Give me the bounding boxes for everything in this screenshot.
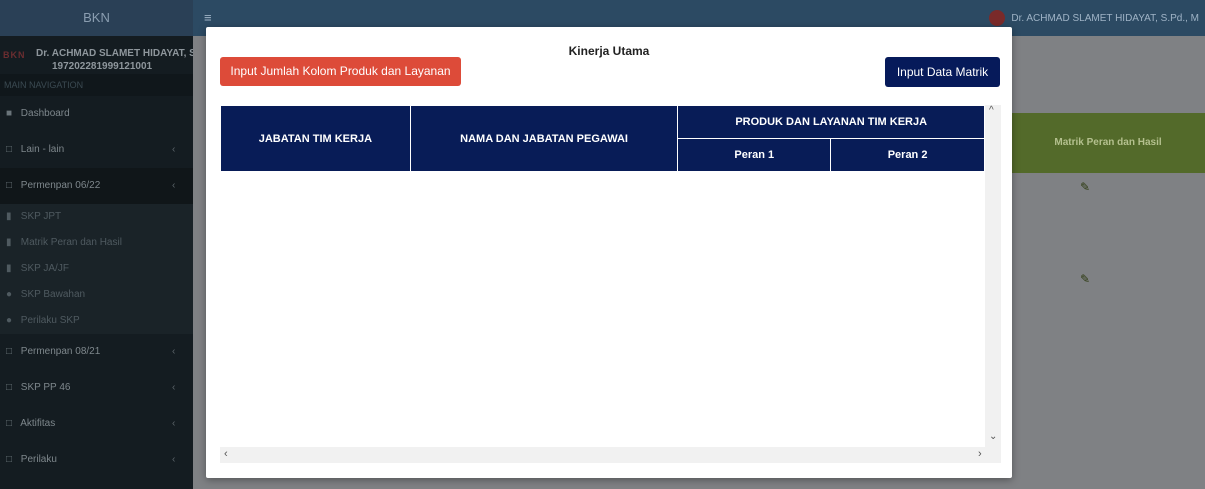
- sidebar-subitem-label: Perilaku SKP: [20, 315, 80, 326]
- horizontal-scrollbar[interactable]: ‹ ›: [220, 447, 1001, 463]
- matrik-column-header: Matrik Peran dan Hasil: [1011, 113, 1205, 173]
- brand-logo[interactable]: BKN: [0, 0, 193, 36]
- vertical-scrollbar[interactable]: ^ ⌄: [985, 105, 1001, 447]
- user-nip: 197202281999121001: [52, 61, 153, 72]
- chevron-left-icon: ‹: [172, 180, 176, 191]
- chevron-left-icon: ‹: [172, 144, 176, 155]
- user-name: Dr. ACHMAD SLAMET HIDAYAT, S: [36, 48, 193, 59]
- sidebar-item-perilaku[interactable]: □ Perilaku ‹: [0, 442, 193, 478]
- sidebar-item-label: Lain - lain: [20, 144, 65, 155]
- sidebar-subitem-skp-bawahan[interactable]: ● SKP Bawahan: [0, 282, 193, 308]
- scroll-up-icon[interactable]: ^: [989, 105, 994, 116]
- col-produk-layanan: PRODUK DAN LAYANAN TIM KERJA: [677, 105, 985, 139]
- users-icon: ●: [6, 289, 13, 300]
- col-peran-1: Peran 1: [677, 138, 832, 172]
- folder-icon: □: [6, 144, 13, 155]
- book-icon: ▮: [6, 237, 12, 248]
- sidebar-subitem-label: SKP Bawahan: [20, 289, 86, 300]
- matrix-table-container: JABATAN TIM KERJA NAMA DAN JABATAN PEGAW…: [220, 105, 1001, 463]
- top-user-menu[interactable]: Dr. ACHMAD SLAMET HIDAYAT, S.Pd., M: [989, 10, 1199, 26]
- col-nama-jabatan-pegawai: NAMA DAN JABATAN PEGAWAI: [409, 105, 679, 172]
- sidebar-item-label: Dashboard: [20, 108, 70, 119]
- nav-header: MAIN NAVIGATION: [0, 74, 193, 96]
- sidebar-subitem-perilaku-skp[interactable]: ● Perilaku SKP: [0, 308, 193, 334]
- chevron-left-icon: ‹: [172, 418, 176, 429]
- sidebar-item-permenpan-06-22[interactable]: □ Permenpan 06/22 ‹: [0, 168, 193, 204]
- sidebar-item-dashboard[interactable]: ■ Dashboard: [0, 96, 193, 132]
- folder-icon: □: [6, 418, 13, 429]
- sidebar-item-label: Permenpan 08/21: [20, 346, 101, 357]
- sidebar-subitem-skp-jpt[interactable]: ▮ SKP JPT: [0, 204, 193, 230]
- sidebar-item-label: Aktifitas: [20, 418, 56, 429]
- col-peran-2: Peran 2: [830, 138, 985, 172]
- users-icon: ●: [6, 315, 13, 326]
- sidebar-subitem-label: SKP JA/JF: [20, 263, 69, 274]
- sidebar-subitem-skp-ja-jf[interactable]: ▮ SKP JA/JF: [0, 256, 193, 282]
- folder-icon: □: [6, 346, 13, 357]
- scroll-left-icon[interactable]: ‹: [224, 448, 228, 460]
- sidebar-item-label: Permenpan 06/22: [20, 180, 101, 191]
- input-data-matrik-button[interactable]: Input Data Matrik: [885, 57, 1000, 87]
- input-jumlah-kolom-button[interactable]: Input Jumlah Kolom Produk dan Layanan: [220, 57, 461, 86]
- bkn-logo-icon: BKN: [3, 50, 26, 60]
- edit-pencil-icon[interactable]: ✎: [1080, 272, 1090, 286]
- sidebar-subitem-label: SKP JPT: [20, 211, 62, 222]
- scroll-right-icon[interactable]: ›: [978, 448, 982, 460]
- sidebar-toggle-icon[interactable]: ≡: [204, 10, 212, 25]
- folder-icon: □: [6, 382, 13, 393]
- col-jabatan-tim-kerja: JABATAN TIM KERJA: [220, 105, 411, 172]
- book-icon: ▮: [6, 211, 12, 222]
- modal-title: Kinerja Utama: [568, 44, 650, 58]
- sidebar-item-lain-lain[interactable]: □ Lain - lain ‹: [0, 132, 193, 168]
- matrix-table: JABATAN TIM KERJA NAMA DAN JABATAN PEGAW…: [220, 105, 985, 172]
- chevron-left-icon: ‹: [172, 382, 176, 393]
- chevron-left-icon: ‹: [172, 346, 176, 357]
- folder-icon: □: [6, 454, 13, 465]
- folder-icon: □: [6, 180, 13, 191]
- avatar: [989, 10, 1006, 26]
- sidebar-item-aktifitas[interactable]: □ Aktifitas ‹: [0, 406, 193, 442]
- sidebar-item-skp-pp-46[interactable]: □ SKP PP 46 ‹: [0, 370, 193, 406]
- edit-pencil-icon[interactable]: ✎: [1080, 180, 1090, 194]
- scroll-down-icon[interactable]: ⌄: [989, 431, 997, 442]
- kinerja-utama-modal: Kinerja Utama Input Jumlah Kolom Produk …: [206, 27, 1012, 478]
- book-icon: ▮: [6, 263, 12, 274]
- chevron-left-icon: ‹: [172, 454, 176, 465]
- sidebar-subitem-label: Matrik Peran dan Hasil: [20, 237, 122, 248]
- sidebar-item-label: SKP PP 46: [20, 382, 71, 393]
- sidebar: BKN Dr. ACHMAD SLAMET HIDAYAT, S 1972022…: [0, 36, 193, 489]
- top-user-name: Dr. ACHMAD SLAMET HIDAYAT, S.Pd., M: [1011, 12, 1199, 24]
- sidebar-subitem-matrik-peran[interactable]: ▮ Matrik Peran dan Hasil: [0, 230, 193, 256]
- user-panel: BKN Dr. ACHMAD SLAMET HIDAYAT, S 1972022…: [0, 36, 193, 74]
- dashboard-icon: ■: [6, 108, 13, 119]
- sidebar-item-label: Perilaku: [20, 454, 57, 465]
- sidebar-item-permenpan-08-21[interactable]: □ Permenpan 08/21 ‹: [0, 334, 193, 370]
